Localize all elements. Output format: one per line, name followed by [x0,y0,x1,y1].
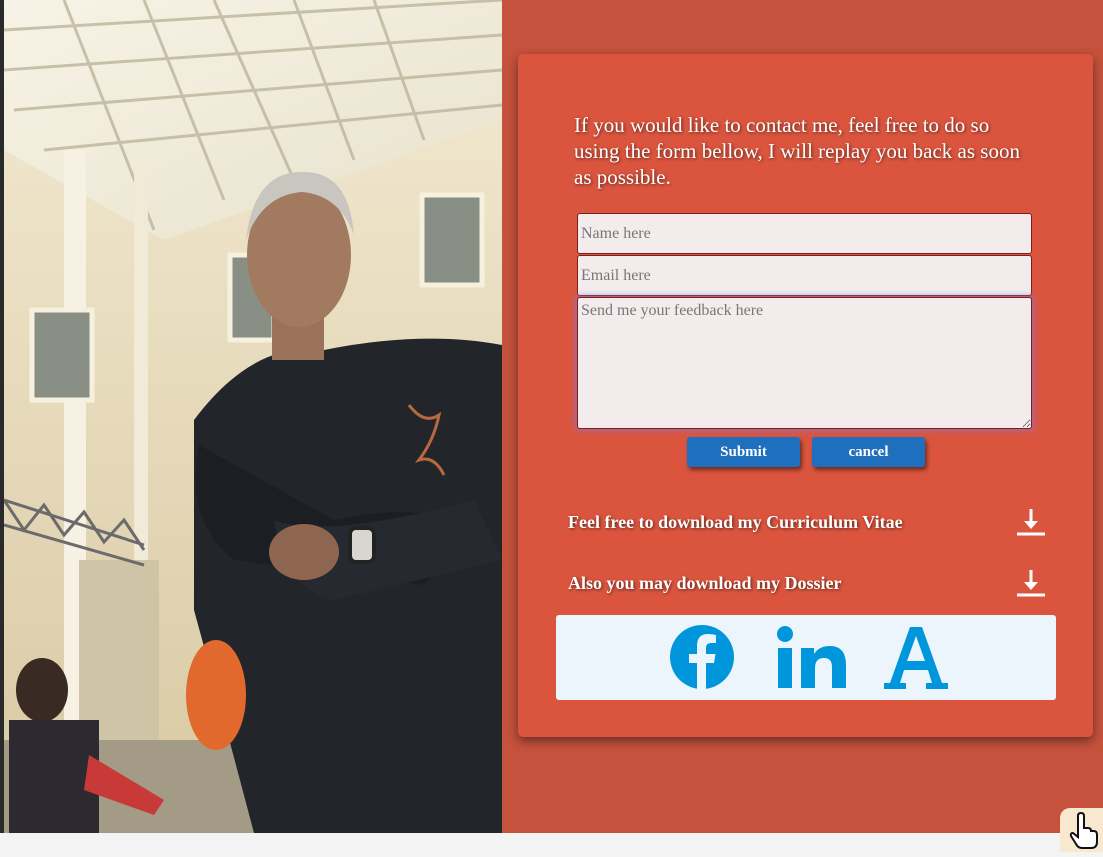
dossier-download-icon[interactable] [1014,567,1048,601]
profile-photo [4,0,502,833]
social-links-bar [556,615,1056,700]
facebook-icon[interactable] [669,621,735,693]
dossier-download-label: Also you may download my Dossier [568,573,842,593]
dossier-download-row: Also you may download my Dossier [568,567,1048,601]
hand-pointer-icon[interactable] [1060,808,1103,852]
cv-download-row: Feel free to download my Curriculum Vita… [568,506,1048,540]
cv-download-icon[interactable] [1014,506,1048,540]
contact-card: If you would like to contact me, feel fr… [518,54,1093,737]
feedback-textarea[interactable] [577,297,1032,429]
cv-download-label: Feel free to download my Curriculum Vita… [568,512,903,532]
academia-icon[interactable] [882,621,950,693]
submit-button[interactable]: Submit [687,437,800,467]
linkedin-icon[interactable] [776,621,852,693]
email-input[interactable] [577,255,1032,296]
name-input[interactable] [577,213,1032,254]
contact-intro-text: If you would like to contact me, feel fr… [574,113,1020,189]
page-footer-strip [0,833,1103,852]
cancel-button[interactable]: cancel [812,437,925,467]
